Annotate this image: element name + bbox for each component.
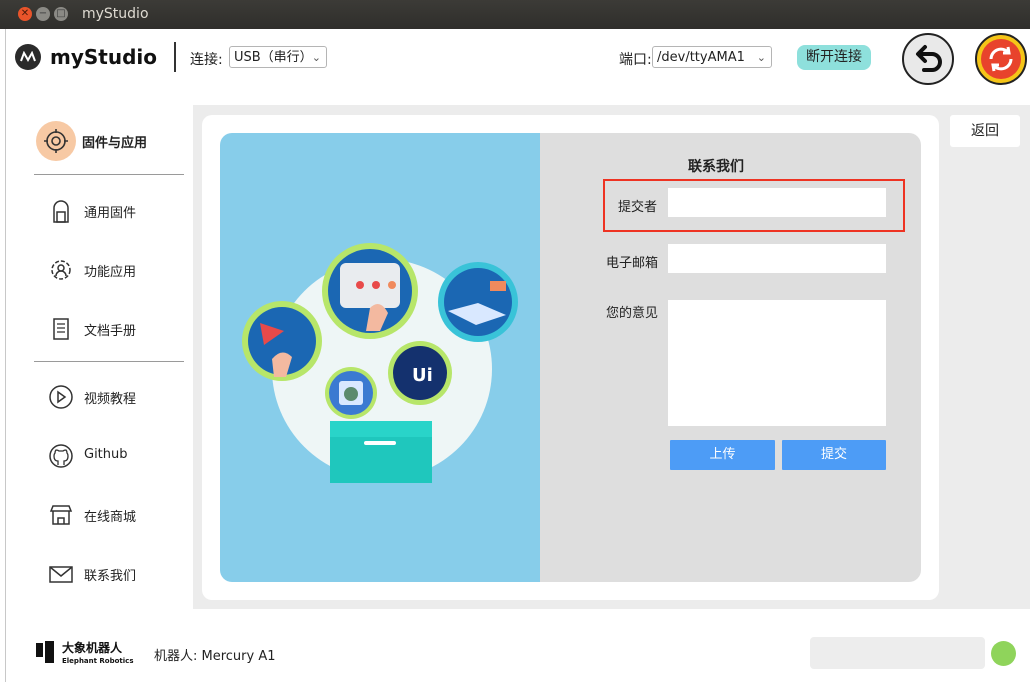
upload-button[interactable]: 上传 xyxy=(670,440,775,470)
port-select-value: /dev/ttyAMA1 xyxy=(657,50,745,65)
sidebar-divider xyxy=(34,174,184,175)
sidebar-item-docs[interactable]: 文档手册 xyxy=(46,314,186,344)
sidebar-divider xyxy=(34,361,184,362)
sidebar-item-firmware-app[interactable]: 固件与应用 xyxy=(46,126,186,156)
sync-icon xyxy=(981,39,1021,79)
back-button[interactable]: 返回 xyxy=(950,115,1020,147)
submitter-label: 提交者 xyxy=(618,200,658,215)
sidebar-item-label: 固件与应用 xyxy=(82,136,148,151)
sidebar-item-firmware[interactable]: 通用固件 xyxy=(46,196,186,226)
submit-button[interactable]: 提交 xyxy=(782,440,886,470)
form-title: 联系我们 xyxy=(688,159,744,175)
email-label: 电子邮箱 xyxy=(606,256,659,271)
app-name: myStudio xyxy=(50,45,157,69)
port-select[interactable]: /dev/ttyAMA1 ⌄ xyxy=(652,46,772,68)
svg-text:Ui: Ui xyxy=(412,365,433,386)
play-icon xyxy=(49,385,73,409)
undo-icon xyxy=(916,45,942,72)
firmware-icon xyxy=(53,200,69,223)
undo-button[interactable] xyxy=(902,33,954,85)
sidebar-item-github[interactable]: Github xyxy=(46,441,186,471)
apps-illustration: Ui xyxy=(242,243,518,483)
illustration-panel: Ui xyxy=(220,133,540,582)
disconnect-button[interactable]: 断开连接 xyxy=(797,45,871,70)
store-icon xyxy=(49,505,73,525)
sidebar-item-label: 文档手册 xyxy=(84,324,137,339)
gear-person-icon xyxy=(51,260,71,280)
sync-button[interactable] xyxy=(975,33,1027,85)
mystudio-logo-icon xyxy=(15,44,41,70)
window-title: myStudio xyxy=(82,6,149,22)
sidebar-item-label: Github xyxy=(84,447,128,462)
mail-icon xyxy=(49,566,73,583)
sidebar-item-online-store[interactable]: 在线商城 xyxy=(46,500,186,530)
connect-label: 连接: xyxy=(190,52,223,68)
window-titlebar: ✕ − □ myStudio xyxy=(0,0,1030,29)
company-name-en: Elephant Robotics xyxy=(62,657,134,665)
window-maximize-button[interactable]: □ xyxy=(54,7,68,21)
chevron-down-icon: ⌄ xyxy=(756,51,766,64)
connection-status-indicator xyxy=(991,641,1016,666)
email-input[interactable] xyxy=(668,244,886,273)
document-icon xyxy=(53,318,69,340)
sidebar-item-label: 通用固件 xyxy=(84,206,137,221)
feedback-textarea[interactable] xyxy=(668,300,886,426)
elephant-robotics-logo: 大象机器人 Elephant Robotics xyxy=(34,639,144,671)
app-window: myStudio 连接: USB（串行） ⌄ 端口: /dev/ttyAMA1 … xyxy=(5,29,1030,682)
github-icon xyxy=(49,444,73,468)
sidebar-item-label: 在线商城 xyxy=(84,510,137,525)
company-name-cn: 大象机器人 xyxy=(62,640,123,655)
connect-select-value: USB（串行） xyxy=(234,50,313,65)
header-divider xyxy=(174,42,176,72)
chevron-down-icon: ⌄ xyxy=(311,51,321,64)
sidebar-item-function-apps[interactable]: 功能应用 xyxy=(46,255,186,285)
port-label: 端口: xyxy=(619,52,652,68)
window-close-button[interactable]: ✕ xyxy=(18,7,32,21)
sidebar-item-label: 联系我们 xyxy=(84,569,137,584)
window-minimize-button[interactable]: − xyxy=(36,7,50,21)
feedback-label: 您的意见 xyxy=(606,306,659,321)
sidebar-item-video-tutorials[interactable]: 视频教程 xyxy=(46,382,186,412)
sidebar-item-contact-us[interactable]: 联系我们 xyxy=(46,559,186,589)
sidebar-item-label: 视频教程 xyxy=(84,392,137,407)
robot-model-label: 机器人: Mercury A1 xyxy=(154,649,276,664)
connect-select[interactable]: USB（串行） ⌄ xyxy=(229,46,327,68)
sidebar-item-label: 功能应用 xyxy=(84,265,137,280)
submitter-input[interactable] xyxy=(668,188,886,217)
status-message-box xyxy=(810,637,985,669)
